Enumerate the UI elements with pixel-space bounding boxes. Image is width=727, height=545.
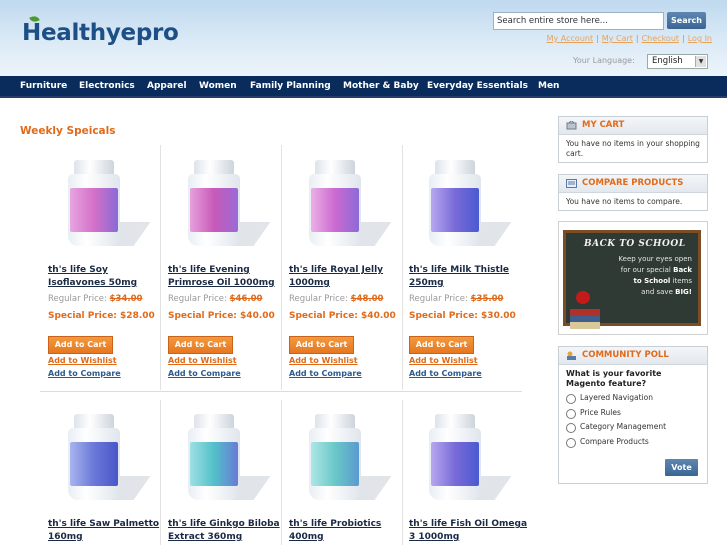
product-image[interactable] — [168, 152, 271, 254]
block-title: COMMUNITY POLL — [582, 350, 669, 360]
logo-text: Healthyepro — [22, 20, 179, 46]
product-image[interactable] — [168, 406, 271, 508]
chalkboard: BACK TO SCHOOL Keep your eyes open for o… — [563, 230, 701, 329]
product-image[interactable] — [409, 406, 512, 508]
product-image[interactable] — [289, 152, 392, 254]
chevron-down-icon: ▼ — [695, 56, 706, 67]
banner-text: Keep your eyes open — [618, 255, 692, 263]
my-cart-link[interactable]: My Cart — [602, 34, 633, 43]
product-name-link[interactable]: th's life Ginkgo Biloba Extract 360mg — [168, 518, 286, 544]
compare-empty-text: You have no items to compare. — [566, 197, 683, 206]
block-title: COMPARE PRODUCTS — [582, 178, 684, 188]
regular-price: Regular Price: $35.00 — [409, 294, 504, 304]
search-input[interactable]: Search entire store here... — [493, 12, 664, 30]
header: Healthyepro Search entire store here... … — [0, 0, 727, 76]
product-name-link[interactable]: th's life Saw Palmetto 160mg — [48, 518, 166, 544]
search-button[interactable]: Search — [667, 12, 706, 29]
checkout-link[interactable]: Checkout — [642, 34, 679, 43]
add-to-compare-link[interactable]: Add to Compare — [289, 369, 362, 378]
my-cart-block: MY CART You have no items in your shoppi… — [558, 116, 708, 163]
product-name-link[interactable]: th's life Milk Thistle 250mg — [409, 264, 527, 290]
nav-item-everyday-essentials[interactable]: Everyday Essentials — [427, 76, 528, 96]
add-to-compare-link[interactable]: Add to Compare — [48, 369, 121, 378]
add-to-wishlist-link[interactable]: Add to Wishlist — [289, 356, 358, 365]
radio-button[interactable] — [566, 394, 576, 404]
add-to-compare-link[interactable]: Add to Compare — [168, 369, 241, 378]
apple-icon — [576, 291, 590, 304]
header-links: My Account | My Cart | Checkout | Log In — [546, 34, 712, 43]
compare-icon — [566, 179, 577, 188]
regular-price: Regular Price: $34.00 — [48, 294, 143, 304]
banner-text: to School items — [633, 277, 693, 285]
radio-button[interactable] — [566, 423, 576, 433]
books-icon — [570, 309, 600, 329]
nav-item-men[interactable]: Men — [538, 76, 559, 96]
radio-button[interactable] — [566, 437, 576, 448]
add-to-wishlist-link[interactable]: Add to Wishlist — [48, 356, 117, 365]
poll-option[interactable]: Layered Navigation — [559, 391, 707, 406]
poll-option[interactable]: Category Management — [559, 420, 707, 435]
product-image[interactable] — [289, 406, 392, 508]
banner-text: and save BIG! — [641, 288, 692, 296]
add-to-cart-button[interactable]: Add to Cart — [48, 336, 113, 354]
community-poll-block: COMMUNITY POLL What is your favorite Mag… — [558, 346, 708, 484]
add-to-compare-link[interactable]: Add to Compare — [409, 369, 482, 378]
poll-option[interactable]: Compare Products — [559, 435, 707, 450]
page-title: Weekly Speicals — [20, 125, 116, 137]
poll-question: What is your favorite Magento feature? — [566, 369, 662, 388]
product-name-link[interactable]: th's life Probiotics 400mg — [289, 518, 407, 544]
product-name-link[interactable]: th's life Fish Oil Omega 3 1000mg — [409, 518, 527, 544]
poll-icon — [567, 351, 576, 360]
nav-item-family-planning[interactable]: Family Planning — [250, 76, 331, 96]
cart-empty-text: You have no items in your shopping cart. — [566, 139, 700, 158]
nav-item-apparel[interactable]: Apparel — [147, 76, 187, 96]
login-link[interactable]: Log In — [688, 34, 712, 43]
add-to-wishlist-link[interactable]: Add to Wishlist — [409, 356, 478, 365]
language-select[interactable]: English ▼ — [647, 54, 708, 69]
product-image[interactable] — [409, 152, 512, 254]
product-name-link[interactable]: th's life Royal Jelly 1000mg — [289, 264, 407, 290]
language-label: Your Language: — [573, 56, 635, 65]
add-to-cart-button[interactable]: Add to Cart — [168, 336, 233, 354]
compare-products-block: COMPARE PRODUCTS You have no items to co… — [558, 174, 708, 211]
block-title: MY CART — [582, 120, 625, 130]
add-to-wishlist-link[interactable]: Add to Wishlist — [168, 356, 237, 365]
nav-item-women[interactable]: Women — [199, 76, 237, 96]
nav-item-furniture[interactable]: Furniture — [20, 76, 67, 96]
cart-icon — [566, 121, 577, 130]
banner-text: for our special Back — [620, 266, 692, 274]
product-name-link[interactable]: th's life Evening Primrose Oil 1000mg — [168, 264, 286, 290]
banner-headline: BACK TO SCHOOL — [584, 239, 686, 249]
add-to-cart-button[interactable]: Add to Cart — [289, 336, 354, 354]
language-value: English — [652, 56, 683, 66]
product-image[interactable] — [48, 406, 151, 508]
site-logo[interactable]: Healthyepro — [22, 14, 179, 46]
add-to-cart-button[interactable]: Add to Cart — [409, 336, 474, 354]
main-nav: Furniture Electronics Apparel Women Fami… — [0, 76, 727, 98]
my-account-link[interactable]: My Account — [547, 34, 593, 43]
radio-button[interactable] — [566, 408, 576, 419]
nav-item-mother-baby[interactable]: Mother & Baby — [343, 76, 419, 96]
product-image[interactable] — [48, 152, 151, 254]
special-price: Special Price: $40.00 — [168, 311, 275, 321]
product-name-link[interactable]: th's life Soy Isoflavones 50mg — [48, 264, 166, 290]
back-to-school-banner[interactable]: BACK TO SCHOOL Keep your eyes open for o… — [558, 221, 708, 335]
grid-divider — [40, 391, 522, 392]
special-price: Special Price: $28.00 — [48, 311, 155, 321]
nav-item-electronics[interactable]: Electronics — [79, 76, 135, 96]
poll-option[interactable]: Price Rules — [559, 406, 707, 421]
special-price: Special Price: $30.00 — [409, 311, 516, 321]
vote-button[interactable]: Vote — [665, 459, 698, 476]
regular-price: Regular Price: $48.00 — [289, 294, 384, 304]
regular-price: Regular Price: $46.00 — [168, 294, 263, 304]
special-price: Special Price: $40.00 — [289, 311, 396, 321]
